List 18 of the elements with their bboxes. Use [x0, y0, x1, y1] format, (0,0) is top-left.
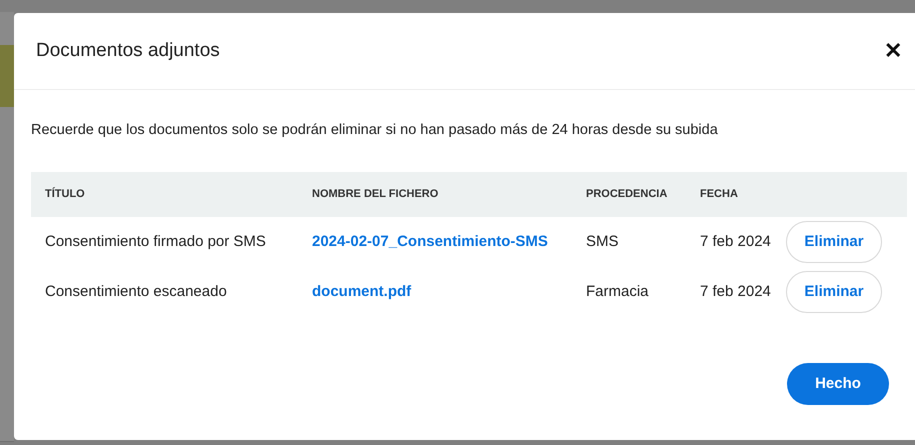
table-cell-text: Consentimiento escaneado — [44, 282, 228, 302]
notice-text: Recuerde que los documentos solo se podrán eliminar si no han pasado más de 24 horas desde su subida — [31, 121, 719, 140]
dialog-title: Documentos adjuntos — [36, 38, 220, 63]
close-button[interactable]: ✕ — [884, 40, 902, 62]
delete-button[interactable]: Eliminar — [786, 270, 882, 313]
delete-button[interactable]: Eliminar — [786, 220, 882, 263]
table-cell-text: Consentimiento firmado por SMS — [44, 232, 267, 252]
done-button[interactable]: Hecho — [787, 363, 889, 405]
column-header: PROCEDENCIA — [586, 187, 668, 202]
file-link[interactable]: 2024-02-07_Consentimiento-SMS — [312, 230, 586, 253]
table-cell-text: 7 feb 2024 — [700, 232, 772, 252]
column-header: NOMBRE DEL FICHERO — [312, 187, 440, 202]
column-header: TÍTULO — [44, 186, 86, 202]
table-cell-text: SMS — [586, 232, 620, 252]
file-link[interactable]: document.pdf — [312, 280, 586, 303]
table-cell-text: 7 feb 2024 — [700, 282, 772, 302]
column-header: FECHA — [700, 187, 739, 202]
table-cell-text: Farmacia — [586, 282, 650, 302]
